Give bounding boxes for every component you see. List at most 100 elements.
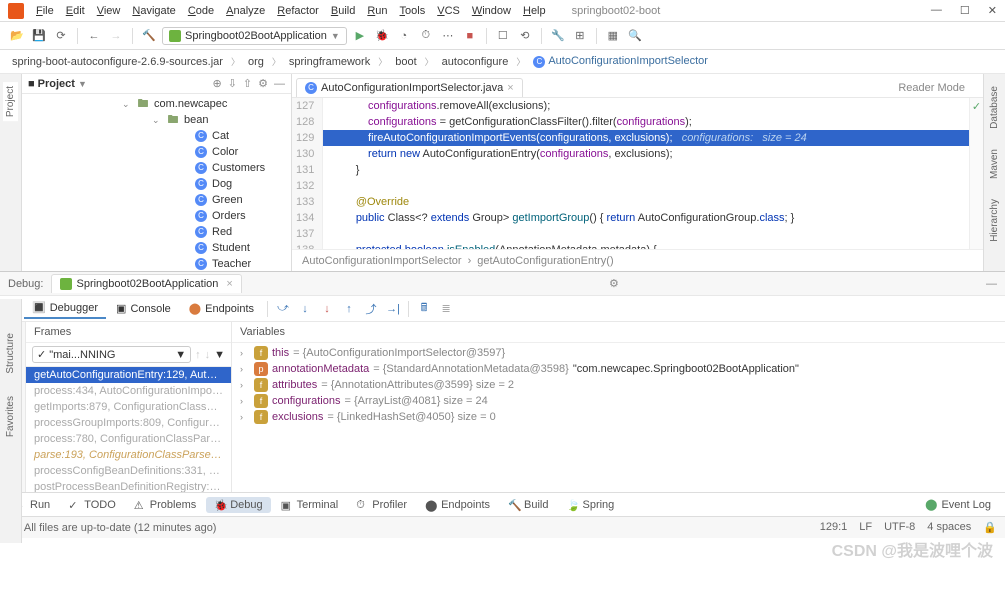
- breadcrumb-item[interactable]: spring-boot-autoconfigure-2.6.9-sources.…: [8, 55, 227, 69]
- close-icon[interactable]: ✕: [988, 4, 997, 17]
- tree-class[interactable]: CDog: [22, 176, 291, 192]
- file-encoding[interactable]: UTF-8: [884, 521, 915, 534]
- editor-tab[interactable]: C AutoConfigurationImportSelector.java ×: [296, 78, 523, 97]
- stop-icon[interactable]: ■: [461, 27, 479, 45]
- menu-run[interactable]: Run: [361, 3, 393, 19]
- project-view-selector[interactable]: ■Project▼: [28, 78, 87, 90]
- tree-class[interactable]: CCustomers: [22, 160, 291, 176]
- variable-row[interactable]: ›fconfigurations = {ArrayList@4081} size…: [232, 393, 1005, 409]
- stack-frame[interactable]: getAutoConfigurationEntry:129, AutoCo: [26, 367, 231, 383]
- maximize-icon[interactable]: ☐: [960, 4, 970, 17]
- tree-class[interactable]: CGreen: [22, 192, 291, 208]
- stack-frame[interactable]: processGroupImports:809, Configuration: [26, 415, 231, 431]
- menu-edit[interactable]: Edit: [60, 3, 91, 19]
- menu-build[interactable]: Build: [325, 3, 361, 19]
- drop-frame-icon[interactable]: ⤴: [361, 299, 381, 319]
- forward-icon[interactable]: →: [107, 27, 125, 45]
- caret-position[interactable]: 129:1: [820, 521, 848, 534]
- run-config-selector[interactable]: Springboot02BootApplication ▼: [162, 27, 347, 45]
- variable-row[interactable]: ›fattributes = {AnnotationAttributes@359…: [232, 377, 1005, 393]
- select-opened-icon[interactable]: ⊕: [212, 77, 221, 90]
- profile-icon[interactable]: ⏱: [417, 27, 435, 45]
- bottom-tab-todo[interactable]: ✓TODO: [60, 497, 124, 513]
- bottom-tab-problems[interactable]: ⚠Problems: [126, 497, 204, 513]
- filter-icon[interactable]: ▼: [214, 349, 225, 361]
- save-icon[interactable]: 💾: [30, 27, 48, 45]
- run-icon[interactable]: ▶: [351, 27, 369, 45]
- vcs-icon[interactable]: ☐: [494, 27, 512, 45]
- lock-icon[interactable]: 🔒: [983, 521, 997, 534]
- run-to-cursor-icon[interactable]: →|: [383, 299, 403, 319]
- debug-session-tab[interactable]: Springboot02BootApplication ×: [51, 274, 241, 293]
- tab-console[interactable]: ▣ Console: [108, 299, 179, 318]
- event-log[interactable]: ⬤ Event Log: [917, 496, 999, 513]
- menu-window[interactable]: Window: [466, 3, 517, 19]
- prev-frame-icon[interactable]: ↑: [195, 349, 201, 361]
- expand-icon[interactable]: ⇩: [228, 77, 237, 90]
- minimize-icon[interactable]: —: [931, 4, 942, 17]
- next-frame-icon[interactable]: ↓: [205, 349, 211, 361]
- tree-class[interactable]: CStudent: [22, 240, 291, 256]
- tab-database[interactable]: Database: [987, 82, 1002, 133]
- gear-icon[interactable]: ⚙: [258, 77, 268, 90]
- menu-code[interactable]: Code: [182, 3, 220, 19]
- stack-frame[interactable]: getImports:879, ConfigurationClassParse: [26, 399, 231, 415]
- thread-selector[interactable]: ✓"mai...NNING▼: [32, 346, 191, 363]
- tab-debugger[interactable]: 🔳 Debugger: [24, 298, 106, 319]
- editor-breadcrumb[interactable]: AutoConfigurationImportSelector›getAutoC…: [292, 249, 983, 271]
- bottom-tab-profiler[interactable]: ⏱Profiler: [348, 497, 415, 513]
- bottom-tab-endpoints[interactable]: ⬤Endpoints: [417, 497, 498, 513]
- step-out-icon[interactable]: ↑: [339, 299, 359, 319]
- tree-class[interactable]: CColor: [22, 144, 291, 160]
- debug-icon[interactable]: 🐞: [373, 27, 391, 45]
- menu-analyze[interactable]: Analyze: [220, 3, 271, 19]
- editor-gutter[interactable]: 127128129130131132133134137138139140: [292, 98, 323, 249]
- menu-tools[interactable]: Tools: [394, 3, 432, 19]
- reader-mode-toggle[interactable]: Reader Mode: [892, 79, 971, 97]
- breadcrumb-item[interactable]: autoconfigure: [438, 55, 513, 69]
- hide-icon[interactable]: —: [274, 78, 285, 90]
- variable-row[interactable]: ›fexclusions = {LinkedHashSet@4050} size…: [232, 409, 1005, 425]
- close-tab-icon[interactable]: ×: [507, 82, 513, 94]
- tree-package[interactable]: ⌄🖿com.newcapec: [22, 96, 291, 112]
- tab-maven[interactable]: Maven: [987, 145, 1002, 183]
- bottom-tab-build[interactable]: 🔨Build: [500, 497, 556, 513]
- step-over-icon[interactable]: ⤻: [273, 299, 293, 319]
- project-tree[interactable]: ⌄🖿com.newcapec ⌄🖿bean CCatCColorCCustome…: [22, 94, 291, 271]
- menu-refactor[interactable]: Refactor: [271, 3, 325, 19]
- variable-row[interactable]: ›fthis = {AutoConfigurationImportSelecto…: [232, 345, 1005, 361]
- tree-class[interactable]: CCat: [22, 128, 291, 144]
- collapse-icon[interactable]: ⇧: [243, 77, 252, 90]
- bottom-tab-spring[interactable]: 🍃Spring: [558, 497, 622, 513]
- open-icon[interactable]: 📂: [8, 27, 26, 45]
- tree-package[interactable]: ⌄🖿bean: [22, 112, 291, 128]
- tree-class[interactable]: COrders: [22, 208, 291, 224]
- inspection-widget[interactable]: ✓: [969, 98, 983, 249]
- editor-content[interactable]: configurations.removeAll(exclusions); co…: [323, 98, 969, 249]
- evaluate-icon[interactable]: 🖩: [414, 299, 434, 319]
- force-step-into-icon[interactable]: ↓: [317, 299, 337, 319]
- stack-frame[interactable]: process:434, AutoConfigurationImportSe: [26, 383, 231, 399]
- back-icon[interactable]: ←: [85, 27, 103, 45]
- build-icon[interactable]: 🔨: [140, 27, 158, 45]
- tab-project[interactable]: Project: [3, 82, 18, 121]
- structure-icon[interactable]: ⊞: [571, 27, 589, 45]
- gear-icon[interactable]: ⚙: [609, 277, 619, 290]
- tab-structure[interactable]: Structure: [3, 329, 18, 378]
- reload-icon[interactable]: ⟲: [516, 27, 534, 45]
- menu-view[interactable]: View: [91, 3, 127, 19]
- stack-frame[interactable]: postProcessBeanDefinitionRegistry:247, C: [26, 479, 231, 492]
- layout-icon[interactable]: ▦: [604, 27, 622, 45]
- tree-class[interactable]: CTeacher: [22, 256, 291, 271]
- variable-row[interactable]: ›pannotationMetadata = {StandardAnnotati…: [232, 361, 1005, 377]
- stack-frame[interactable]: process:780, ConfigurationClassParser$D: [26, 431, 231, 447]
- stack-frame[interactable]: processConfigBeanDefinitions:331, Confi: [26, 463, 231, 479]
- menu-vcs[interactable]: VCS: [431, 3, 466, 19]
- breadcrumb-item[interactable]: CAutoConfigurationImportSelector: [529, 54, 712, 68]
- tab-favorites[interactable]: Favorites: [3, 392, 18, 441]
- tab-hierarchy[interactable]: Hierarchy: [987, 195, 1002, 246]
- breadcrumb-item[interactable]: org: [244, 55, 268, 69]
- breadcrumb-item[interactable]: boot: [391, 55, 420, 69]
- hide-icon[interactable]: —: [986, 278, 997, 290]
- step-into-icon[interactable]: ↓: [295, 299, 315, 319]
